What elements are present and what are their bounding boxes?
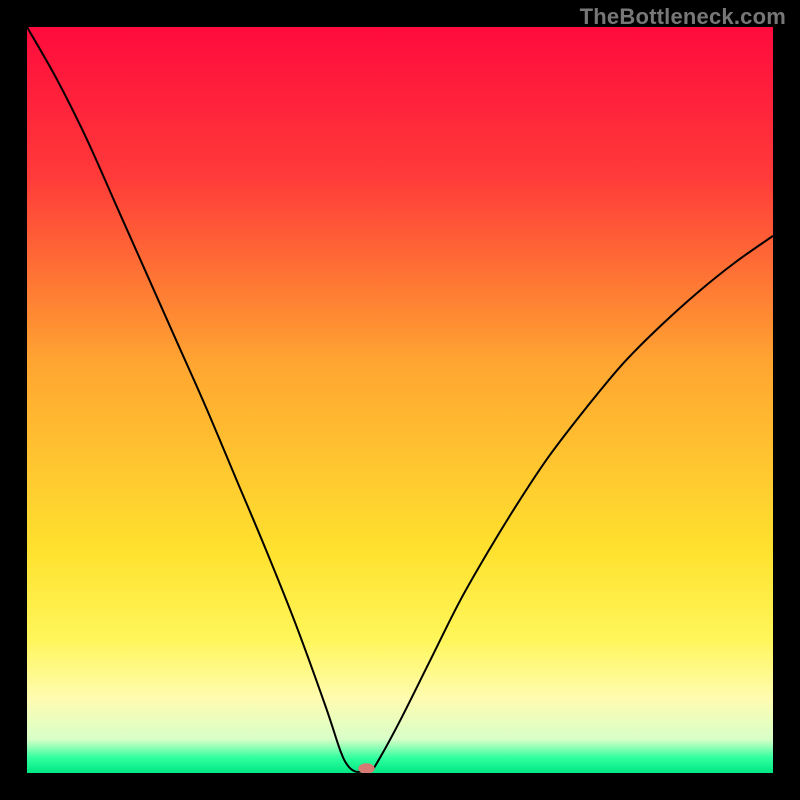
watermark-text: TheBottleneck.com <box>580 4 786 30</box>
chart-svg <box>27 27 773 773</box>
chart-frame: TheBottleneck.com <box>0 0 800 800</box>
plot-area <box>27 27 773 773</box>
gradient-background <box>27 27 773 773</box>
